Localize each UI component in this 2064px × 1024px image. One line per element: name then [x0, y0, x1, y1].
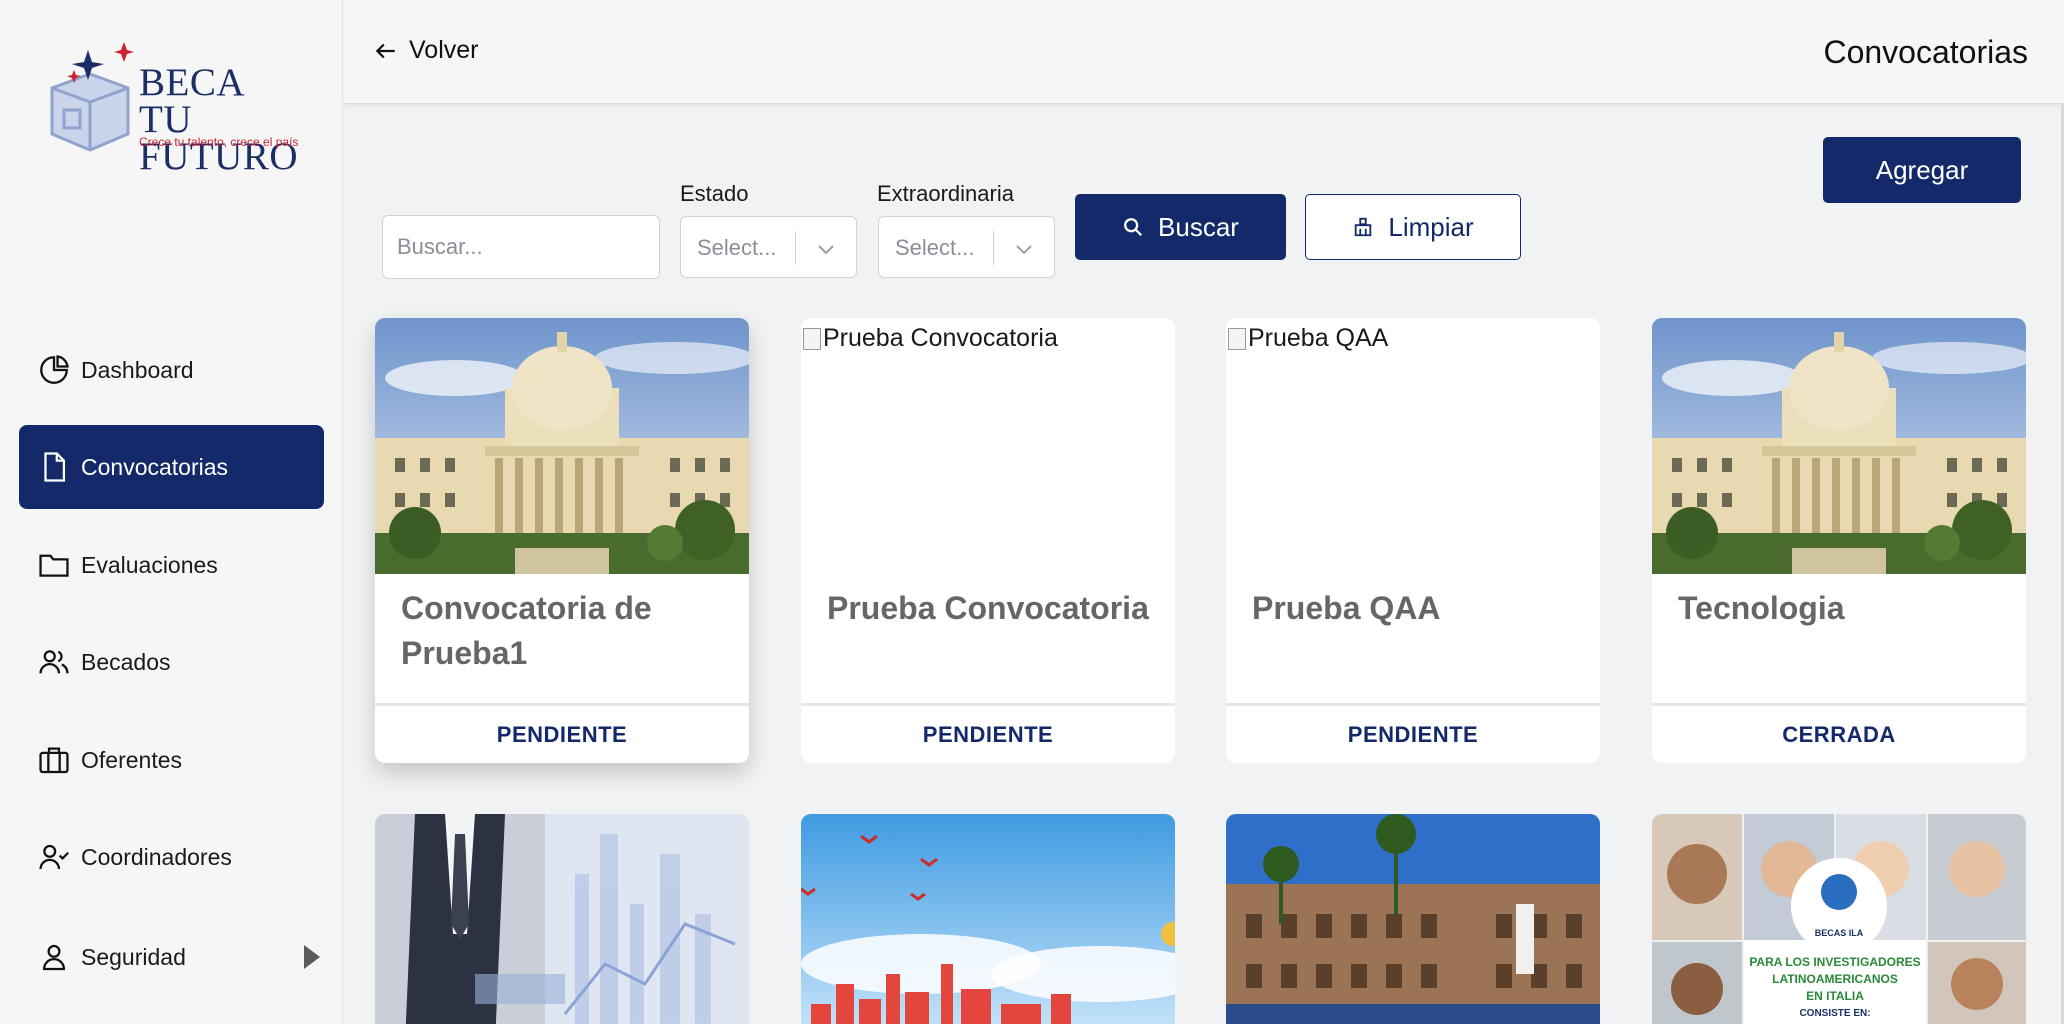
- sidebar-item-evaluaciones[interactable]: Evaluaciones: [19, 523, 324, 607]
- buscar-label: Buscar: [1158, 211, 1239, 242]
- broom-icon: [1355, 217, 1372, 237]
- document-icon: [44, 452, 66, 482]
- extraordinaria-label: Extraordinaria: [877, 181, 1014, 206]
- top-header: Volver Convocatorias: [343, 0, 2064, 104]
- building-image: [1226, 814, 1600, 1024]
- convocatoria-card[interactable]: Tecnologia CERRADA: [1652, 318, 2026, 763]
- caret-right-icon[interactable]: [304, 945, 320, 969]
- image-alt-text: Prueba Convocatoria: [803, 324, 1058, 353]
- sidebar-item-label: Oferentes: [81, 746, 182, 773]
- agregar-button[interactable]: Agregar: [1823, 137, 2021, 203]
- sidebar-item-seguridad[interactable]: Seguridad: [19, 915, 324, 999]
- search-input[interactable]: [382, 215, 660, 279]
- limpiar-button[interactable]: Limpiar: [1305, 194, 1521, 260]
- convocatoria-card[interactable]: [801, 814, 1175, 1024]
- back-button[interactable]: Volver: [373, 36, 478, 65]
- sidebar-item-oferentes[interactable]: Oferentes: [19, 718, 324, 802]
- sidebar-item-label: Convocatorias: [81, 453, 229, 480]
- chevron-down-icon: [1016, 245, 1032, 255]
- search-icon: [1124, 218, 1143, 237]
- card-title: Prueba QAA: [1252, 590, 1441, 626]
- convocatoria-card[interactable]: Prueba Convocatoria Prueba Convocatoria …: [801, 318, 1175, 763]
- limpiar-label: Limpiar: [1388, 211, 1474, 242]
- poster-text: PARA LOS INVESTIGADORES LATINOAMERICANOS…: [1749, 955, 1921, 1019]
- card-status: PENDIENTE: [1226, 703, 1600, 763]
- broken-image-icon: [1228, 327, 1246, 350]
- brand-tagline: Crece tu talento, crece el país: [139, 135, 299, 149]
- students-collage-image: BECAS ILA PARA LOS INVESTIGADORES LATINO…: [1652, 814, 2026, 1024]
- sidebar-item-label: Dashboard: [81, 356, 194, 383]
- sidebar: BECA TU FUTURO Crece tu talento, crece e…: [0, 0, 343, 1024]
- palace-image: [375, 318, 749, 574]
- briefcase-icon: [39, 747, 69, 774]
- card-title: Tecnologia: [1678, 590, 1845, 626]
- user-check-icon: [39, 844, 69, 870]
- agregar-label: Agregar: [1875, 154, 1969, 185]
- estado-select[interactable]: Select...: [680, 216, 857, 278]
- business-image: [375, 814, 749, 1024]
- image-alt-text: Prueba QAA: [1228, 324, 1388, 353]
- convocatoria-card[interactable]: [375, 814, 749, 1024]
- city-illustration-image: [801, 814, 1175, 1024]
- sidebar-item-label: Seguridad: [81, 943, 186, 970]
- select-separator: [993, 231, 994, 265]
- back-label: Volver: [409, 36, 479, 64]
- estado-select-value: Select...: [697, 235, 777, 260]
- sidebar-item-coordinadores[interactable]: Coordinadores: [19, 815, 324, 899]
- convocatoria-card[interactable]: Convocatoria de Prueba1 PENDIENTE: [375, 318, 749, 763]
- sidebar-item-label: Evaluaciones: [81, 551, 218, 578]
- sidebar-item-label: Becados: [81, 648, 171, 675]
- pie-chart-icon: [40, 355, 69, 384]
- broken-image-icon: [803, 327, 821, 350]
- poster-logo: BECAS ILA: [1814, 928, 1864, 938]
- chevron-down-icon: [818, 245, 834, 255]
- card-status: CERRADA: [1652, 703, 2026, 763]
- card-status: PENDIENTE: [801, 703, 1175, 763]
- user-icon: [42, 944, 66, 971]
- brand-logo[interactable]: BECA TU FUTURO Crece tu talento, crece e…: [44, 40, 304, 176]
- palace-image: [1652, 318, 2026, 574]
- convocatoria-card[interactable]: Prueba QAA Prueba QAA PENDIENTE: [1226, 318, 1600, 763]
- sidebar-item-dashboard[interactable]: Dashboard: [19, 328, 324, 412]
- card-status: PENDIENTE: [375, 703, 749, 763]
- sidebar-item-label: Coordinadores: [81, 843, 232, 870]
- page-title: Convocatorias: [1823, 34, 2028, 70]
- brand-title: BECA TU FUTURO: [139, 61, 299, 178]
- sidebar-item-becados[interactable]: Becados: [19, 620, 324, 704]
- extraordinaria-select-value: Select...: [895, 235, 975, 260]
- card-title: Convocatoria de Prueba1: [401, 590, 652, 671]
- buscar-button[interactable]: Buscar: [1075, 194, 1286, 260]
- arrow-left-icon: [375, 43, 395, 58]
- select-separator: [795, 231, 796, 265]
- extraordinaria-select[interactable]: Select...: [878, 216, 1055, 278]
- card-image-broken: Prueba QAA: [1226, 318, 1600, 574]
- card-title: Prueba Convocatoria: [827, 590, 1149, 626]
- box-logo-icon: [50, 42, 134, 152]
- sidebar-item-convocatorias[interactable]: Convocatorias: [19, 425, 324, 509]
- convocatoria-card[interactable]: [1226, 814, 1600, 1024]
- folder-icon: [39, 554, 69, 577]
- card-image-broken: Prueba Convocatoria: [801, 318, 1175, 574]
- users-icon: [39, 650, 69, 674]
- convocatoria-card[interactable]: BECAS ILA PARA LOS INVESTIGADORES LATINO…: [1652, 814, 2026, 1024]
- estado-label: Estado: [680, 181, 749, 206]
